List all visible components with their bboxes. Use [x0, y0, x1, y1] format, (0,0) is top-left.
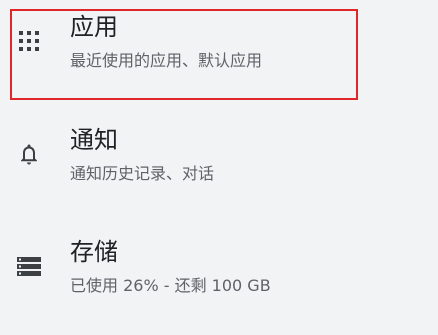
apps-grid-icon [16, 29, 42, 53]
settings-item-storage[interactable]: 存储 已使用 26% - 还剩 100 GB [0, 225, 438, 335]
notifications-subtitle: 通知历史记录、对话 [70, 164, 215, 183]
apps-title: 应用 [70, 13, 118, 41]
storage-icon [16, 254, 42, 278]
settings-item-notifications[interactable]: 通知 通知历史记录、对话 [0, 113, 438, 223]
settings-item-apps[interactable]: 应用 最近使用的应用、默认应用 [0, 0, 438, 110]
storage-subtitle: 已使用 26% - 还剩 100 GB [70, 276, 271, 295]
notifications-title: 通知 [70, 126, 118, 154]
apps-subtitle: 最近使用的应用、默认应用 [70, 51, 263, 70]
storage-title: 存储 [70, 238, 118, 266]
bell-icon [16, 142, 42, 166]
